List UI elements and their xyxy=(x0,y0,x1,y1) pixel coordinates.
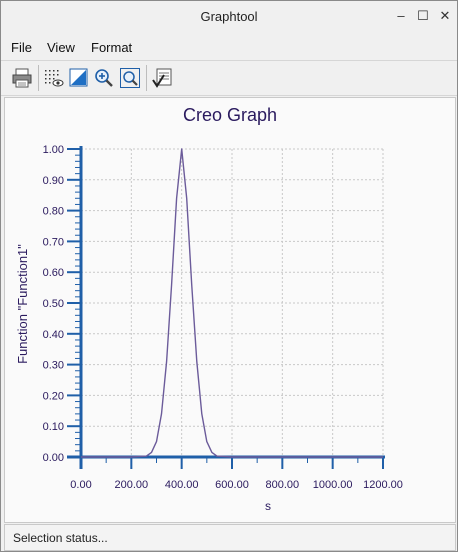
x-tick-label: 1000.00 xyxy=(313,479,353,491)
toolbar-separator xyxy=(146,65,147,91)
chart-axes xyxy=(67,146,385,469)
zoom-in-button[interactable] xyxy=(93,67,115,89)
window-title: Graphtool xyxy=(200,9,258,24)
zoom-fit-button[interactable] xyxy=(119,67,141,89)
menu-view[interactable]: View xyxy=(47,40,75,55)
creo-graph: Creo Graph 0.000.100.200.300.400.500.600… xyxy=(15,105,403,513)
x-tick-label: 1200.00 xyxy=(363,479,403,491)
graph-panel[interactable]: Creo Graph 0.00 0.10 0.20 0.30 0.40 0.50 0.60 0… xyxy=(4,97,456,523)
y-tick-label: 0.60 xyxy=(43,267,64,279)
y-axis-label: Function "Function1" xyxy=(15,244,30,364)
zoom-in-icon xyxy=(95,69,113,87)
y-tick-label: 0.70 xyxy=(43,236,64,248)
y-tick-label: 0.30 xyxy=(43,360,64,372)
zoom-fit-icon xyxy=(120,68,140,88)
y-tick-label: 0.00 xyxy=(43,452,64,464)
x-tick-label: 400.00 xyxy=(165,479,199,491)
graphtool-window: Graphtool – ☐ ✕ File View Format Creo Gr… xyxy=(0,0,458,552)
x-tick-label: 600.00 xyxy=(215,479,249,491)
x-tick-label: 200.00 xyxy=(115,479,149,491)
x-tick-label: 0.00 xyxy=(70,479,91,491)
spreadsheet-check-icon xyxy=(152,68,172,88)
background-color-icon xyxy=(69,68,88,87)
print-icon xyxy=(12,68,32,88)
x-tick-label: 800.00 xyxy=(266,479,300,491)
menu-file[interactable]: File xyxy=(11,40,32,55)
chart-grid xyxy=(81,148,384,457)
x-axis-label: s xyxy=(265,499,271,513)
background-color-button[interactable] xyxy=(68,67,90,89)
spreadsheet-check-button[interactable] xyxy=(151,67,173,89)
grid-toggle-icon xyxy=(45,70,64,87)
y-tick-label: 0.50 xyxy=(43,298,64,310)
y-tick-label: 0.90 xyxy=(43,175,64,187)
grid-toggle-button[interactable] xyxy=(43,67,65,89)
minimize-button[interactable]: – xyxy=(392,7,410,25)
y-tick-label: 0.20 xyxy=(43,390,64,402)
y-tick-label: 0.80 xyxy=(43,206,64,218)
chart-minor-ticks xyxy=(75,154,359,463)
y-tick-labels: 0.00 0.10 0.20 0.30 0.40 0.50 0.60 0.70 0.80 0.90… xyxy=(43,144,64,464)
toolbar xyxy=(1,60,457,96)
selection-status: Selection status... xyxy=(13,531,108,545)
menu-format[interactable]: Format xyxy=(91,40,132,55)
x-tick-labels: 0.00 200.00 400.00 600.00 800.00 1000.00 1200.… xyxy=(70,479,403,491)
maximize-button[interactable]: ☐ xyxy=(414,7,432,25)
toolbar-separator xyxy=(38,65,39,91)
title-bar[interactable]: Graphtool – ☐ ✕ xyxy=(1,1,457,33)
chart-title: Creo Graph xyxy=(183,105,277,125)
status-bar: Selection status... xyxy=(4,524,456,551)
close-button[interactable]: ✕ xyxy=(436,7,454,25)
print-button[interactable] xyxy=(11,67,33,89)
y-tick-label: 0.40 xyxy=(43,329,64,341)
menu-bar: File View Format xyxy=(1,34,457,60)
y-tick-label: 0.10 xyxy=(43,421,64,433)
y-tick-label: 1.00 xyxy=(43,144,64,156)
